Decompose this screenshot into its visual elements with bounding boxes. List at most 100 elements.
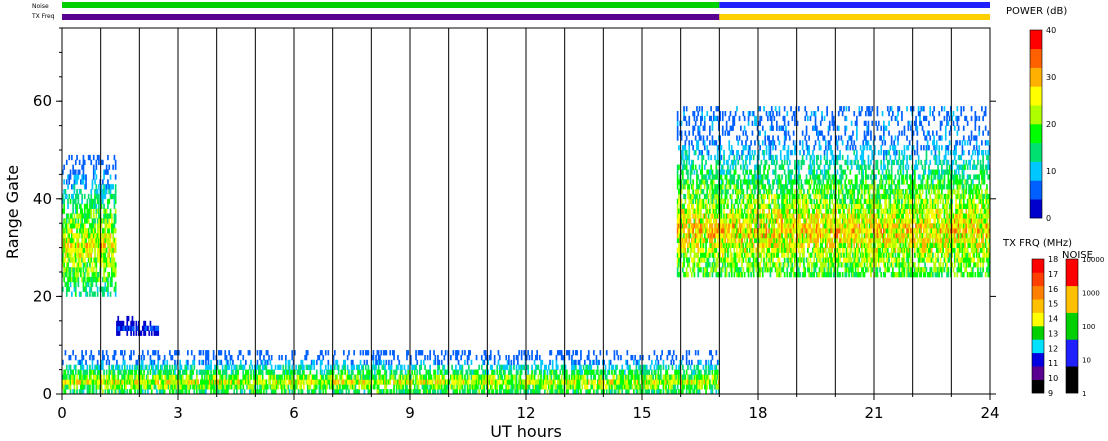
echo-cell — [794, 193, 796, 200]
echo-cell — [894, 145, 897, 151]
echo-cell — [845, 203, 848, 209]
echo-cell — [868, 106, 871, 112]
echo-cell — [919, 189, 921, 195]
echo-cell — [752, 154, 755, 161]
echo-cell — [837, 193, 840, 200]
echo-cell — [858, 189, 861, 195]
echo-cell — [724, 198, 727, 205]
echo-cell — [102, 198, 104, 205]
echo-cell — [856, 174, 858, 180]
echo-cell — [853, 111, 856, 117]
echo-cell — [745, 257, 747, 263]
echo-cell — [828, 174, 831, 180]
echo-cell — [86, 291, 89, 297]
echo-cell — [926, 203, 929, 209]
echo-cell — [924, 164, 926, 170]
echo-cell — [785, 125, 787, 131]
echo-cell — [828, 233, 831, 239]
echo-cell — [76, 228, 78, 234]
echo-cell — [724, 130, 727, 136]
echo-cell — [77, 276, 80, 283]
echo-cell — [800, 189, 803, 195]
echo-cell — [926, 140, 929, 146]
echo-cell — [914, 252, 916, 258]
echo-cell — [74, 281, 77, 288]
echo-cell — [787, 120, 790, 126]
echo-cell — [941, 120, 943, 126]
echo-cell — [903, 267, 906, 273]
echo-cell — [832, 213, 835, 219]
echo-cell — [790, 106, 792, 112]
echo-cell — [932, 252, 934, 258]
echo-cell — [788, 135, 791, 141]
echo-cell — [736, 262, 738, 268]
echo-cell — [902, 164, 905, 170]
echo-cell — [804, 135, 807, 141]
echo-cell — [859, 145, 862, 151]
echo-cell — [941, 252, 943, 258]
echo-cell — [104, 252, 107, 258]
echo-cell — [783, 272, 786, 278]
echo-cell — [818, 213, 821, 219]
echo-cell — [73, 262, 76, 268]
echo-cell — [804, 267, 807, 273]
echo-cell — [839, 257, 841, 263]
echo-cell — [763, 150, 765, 156]
echo-cell — [841, 174, 844, 180]
echo-cell — [763, 106, 765, 112]
echo-cell — [774, 106, 777, 112]
echo-cell — [733, 174, 736, 180]
echo-cell — [98, 203, 100, 209]
echo-cell — [742, 159, 745, 166]
echo-cell — [91, 262, 94, 268]
echo-cell — [94, 252, 96, 258]
echo-cell — [892, 267, 894, 273]
echo-cell — [810, 198, 813, 205]
echo-cell — [898, 252, 901, 258]
echo-cell — [786, 237, 789, 244]
echo-cell — [688, 257, 691, 263]
echo-cell — [684, 115, 687, 122]
echo-cell — [112, 233, 114, 239]
echo-cell — [736, 154, 738, 161]
echo-cell — [76, 189, 78, 195]
echo-cell — [941, 174, 943, 180]
echo-cell — [935, 223, 938, 229]
echo-cell — [859, 198, 862, 205]
echo-cell — [856, 223, 858, 229]
echo-cell — [688, 159, 691, 166]
echo-cell — [823, 154, 826, 161]
echo-cell — [840, 135, 843, 141]
echo-cell — [743, 125, 746, 131]
echo-cell — [746, 189, 749, 195]
echo-cell — [712, 111, 715, 117]
echo-cell — [701, 233, 703, 239]
echo-cell — [94, 247, 96, 253]
echo-cell — [733, 120, 736, 126]
echo-cell — [809, 159, 812, 166]
echo-cell — [87, 272, 90, 278]
echo-cell — [817, 154, 819, 161]
echo-cell — [770, 189, 773, 195]
echo-cell — [929, 106, 932, 112]
echo-cell — [914, 179, 916, 185]
echo-cell — [787, 145, 790, 151]
echo-cell — [684, 193, 687, 200]
echo-cell — [828, 203, 831, 209]
echo-cell — [763, 198, 765, 205]
echo-cell — [826, 242, 828, 248]
echo-cell — [72, 203, 74, 209]
echo-cell — [685, 150, 688, 156]
echo-cell — [850, 257, 853, 263]
echo-cell — [64, 189, 67, 195]
echo-cell — [858, 218, 861, 224]
echo-cell — [111, 276, 113, 283]
echo-cell — [73, 189, 76, 195]
echo-cell — [676, 111, 679, 117]
echo-cell — [754, 189, 756, 195]
echo-cell — [884, 184, 886, 190]
echo-cell — [685, 120, 688, 126]
echo-cell — [102, 179, 104, 185]
echo-cell — [761, 179, 764, 185]
echo-cell — [683, 228, 685, 234]
